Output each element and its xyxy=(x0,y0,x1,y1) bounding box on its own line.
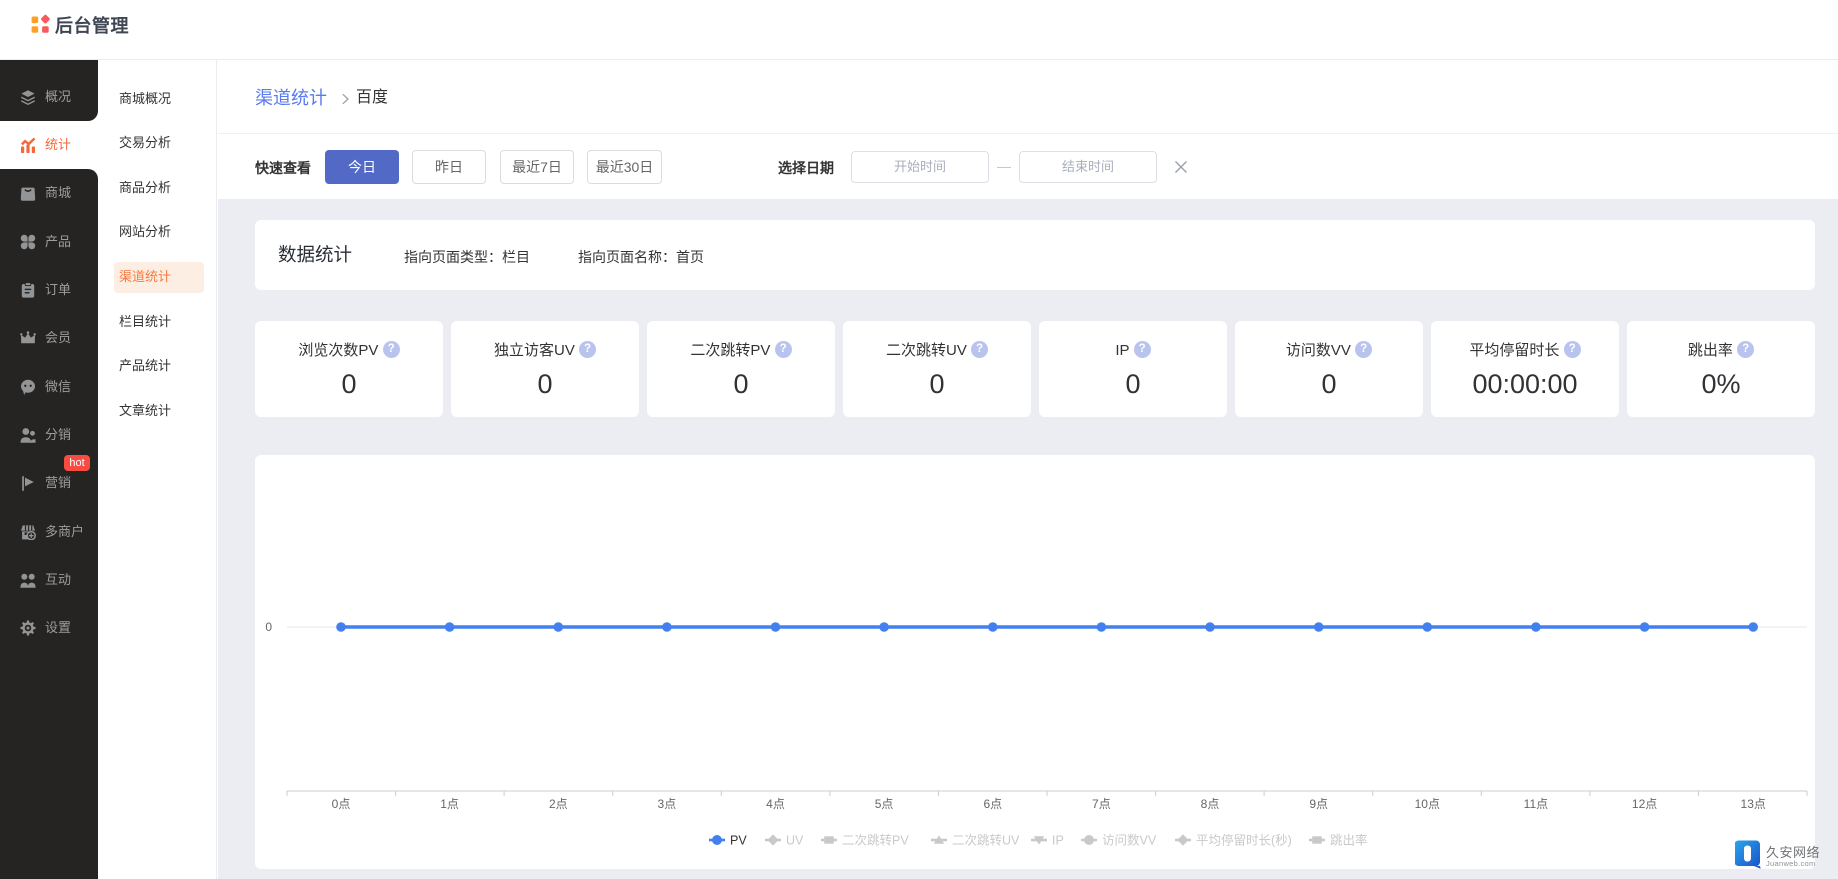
svg-text:11点: 11点 xyxy=(1524,797,1548,811)
svg-text:6点: 6点 xyxy=(983,797,1002,811)
svg-text:4点: 4点 xyxy=(766,797,785,811)
svg-text:PV: PV xyxy=(730,834,747,848)
svg-text:10点: 10点 xyxy=(1415,797,1440,811)
svg-text:1点: 1点 xyxy=(440,797,459,811)
svg-text:平均停留时长(秒): 平均停留时长(秒) xyxy=(1196,833,1292,848)
svg-text:0: 0 xyxy=(265,620,272,634)
svg-text:UV: UV xyxy=(786,834,804,848)
svg-text:5点: 5点 xyxy=(875,797,894,811)
svg-text:8点: 8点 xyxy=(1201,797,1220,811)
svg-text:访问数VV: 访问数VV xyxy=(1102,833,1157,848)
svg-text:2点: 2点 xyxy=(549,797,568,811)
svg-text:二次跳转UV: 二次跳转UV xyxy=(952,833,1020,848)
svg-text:12点: 12点 xyxy=(1632,797,1657,811)
svg-text:9点: 9点 xyxy=(1309,797,1328,811)
svg-text:3点: 3点 xyxy=(658,797,677,811)
svg-text:跳出率: 跳出率 xyxy=(1330,833,1368,848)
svg-text:13点: 13点 xyxy=(1741,797,1766,811)
svg-text:二次跳转PV: 二次跳转PV xyxy=(842,833,909,848)
svg-text:7点: 7点 xyxy=(1092,797,1111,811)
svg-text:0点: 0点 xyxy=(332,797,351,811)
svg-text:IP: IP xyxy=(1052,834,1064,848)
